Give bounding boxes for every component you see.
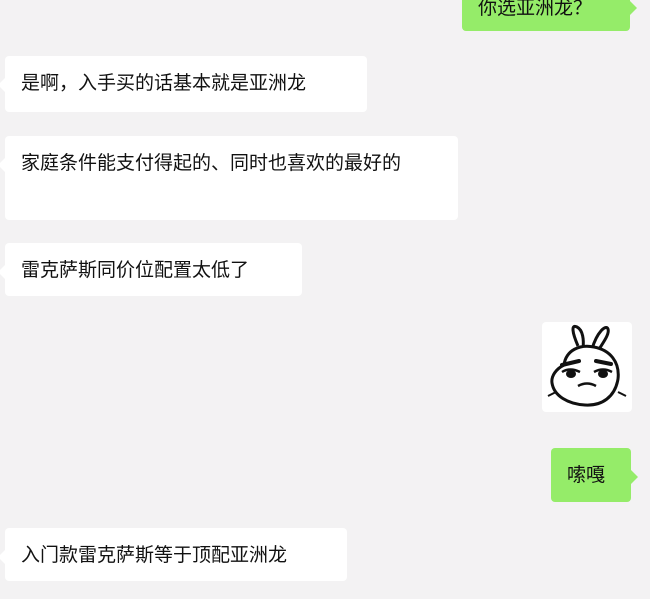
message-text: 家庭条件能支付得起的、同时也喜欢的最好的 (21, 152, 402, 174)
message-text: 嗦嘎 (567, 464, 606, 486)
message-outgoing[interactable]: 你选亚洲龙？ (462, 0, 637, 31)
message-text: 雷克萨斯同价位配置太低了 (21, 259, 250, 281)
message-outgoing[interactable]: 嗦嘎 (551, 448, 638, 502)
rabbit-sticker-icon (547, 324, 627, 407)
angry-rabbit-sticker[interactable] (542, 322, 632, 412)
message-incoming[interactable]: 是啊，入手买的话基本就是亚洲龙 (0, 56, 367, 112)
message-text: 你选亚洲龙？ (478, 0, 593, 19)
message-text: 入门款雷克萨斯等于顶配亚洲龙 (21, 544, 288, 566)
message-incoming[interactable]: 入门款雷克萨斯等于顶配亚洲龙 (0, 528, 347, 581)
message-text: 是啊，入手买的话基本就是亚洲龙 (21, 72, 307, 94)
message-incoming[interactable]: 雷克萨斯同价位配置太低了 (0, 243, 302, 296)
message-incoming[interactable]: 家庭条件能支付得起的、同时也喜欢的最好的 (0, 136, 458, 220)
chat-history[interactable]: 你选亚洲龙？ 是啊，入手买的话基本就是亚洲龙 家庭条件能支付得起的、同时也喜欢的… (0, 0, 650, 599)
